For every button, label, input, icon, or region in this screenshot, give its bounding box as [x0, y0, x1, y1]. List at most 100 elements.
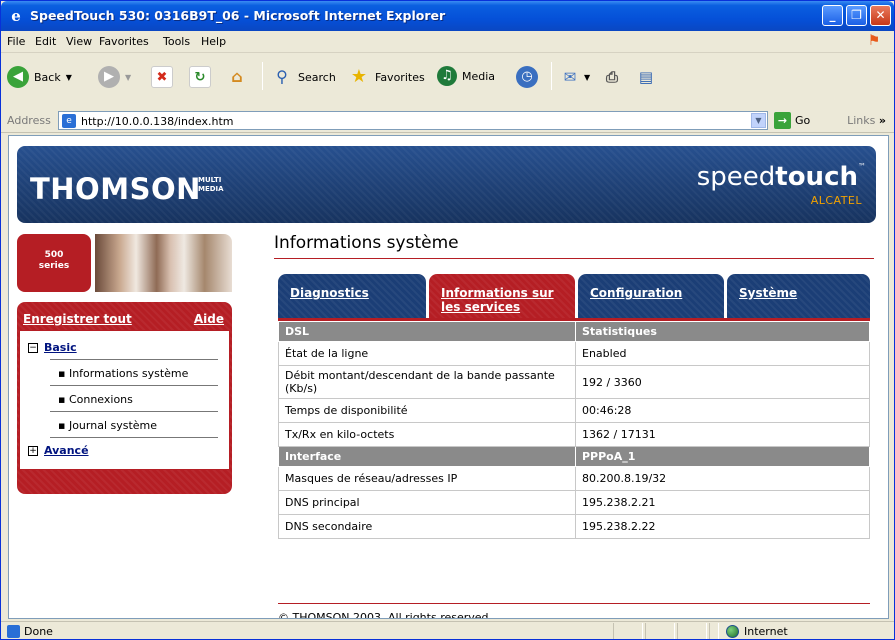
nav-tree: − Basic ▪ Informations système ▪ Connexio…: [19, 330, 230, 470]
footer-divider: [278, 603, 870, 604]
status-pane: [645, 623, 675, 639]
table-row: État de la ligne Enabled: [278, 341, 870, 366]
menu-bar: File Edit View Favorites Tools Help ⚑: [1, 31, 894, 53]
nav-item-connections[interactable]: ▪ Connexions: [58, 393, 133, 406]
toolbar: ◀ Back ▼ ▶ ▼ ✖ ↻ ⌂ ⚲ Search ★ Favorites …: [1, 54, 894, 110]
nav-panel: Enregistrer tout Aide − Basic ▪ Informati…: [17, 302, 232, 494]
title-bar[interactable]: e SpeedTouch 530: 0316B9T_06 - Microsoft…: [1, 1, 894, 31]
save-all-link[interactable]: Enregistrer tout: [23, 312, 132, 326]
status-pane: [677, 623, 707, 639]
print-icon: ⎙: [605, 68, 618, 86]
menu-help[interactable]: Help: [201, 35, 226, 48]
status-done: Done: [7, 625, 53, 638]
mail-dropdown-icon[interactable]: ▼: [584, 73, 590, 82]
edit-button[interactable]: ▤: [635, 66, 657, 88]
table-header-cell: PPPoA_1: [575, 446, 870, 467]
refresh-icon: ↻: [189, 66, 211, 88]
row-value: 192 / 3360: [575, 365, 870, 399]
media-button[interactable]: ♫ Media: [437, 66, 495, 86]
nav-item-system-info[interactable]: ▪ Informations système: [58, 367, 188, 380]
address-input[interactable]: e http://10.0.0.138/index.htm ▼: [58, 111, 768, 130]
table-row: Temps de disponibilité 00:46:28: [278, 398, 870, 423]
table-row: Débit montant/descendant de la bande pas…: [278, 365, 870, 399]
page-content: THOMSON MULTI MEDIA speedtouch™ ALCATEL …: [8, 135, 889, 619]
alcatel-logo: ALCATEL: [810, 194, 862, 207]
tab-system[interactable]: Système: [727, 274, 870, 319]
go-button[interactable]: → Go: [774, 112, 810, 129]
nav-divider: [50, 437, 218, 438]
browser-window: e SpeedTouch 530: 0316B9T_06 - Microsoft…: [0, 0, 895, 640]
favorites-star-icon: ★: [350, 66, 368, 87]
nav-item-system-log[interactable]: ▪ Journal système: [58, 419, 157, 432]
header-banner: THOMSON MULTI MEDIA speedtouch™ ALCATEL: [17, 146, 876, 223]
nav-advanced[interactable]: + Avancé: [28, 444, 89, 457]
menu-edit[interactable]: Edit: [35, 35, 56, 48]
mail-icon: ✉: [563, 68, 577, 86]
tab-bar: Diagnostics Informations sur les service…: [278, 274, 870, 319]
back-dropdown-icon[interactable]: ▼: [66, 73, 72, 82]
row-label: Tx/Rx en kilo-octets: [278, 422, 576, 447]
maximize-button[interactable]: ❐: [846, 5, 867, 26]
links-button[interactable]: Links »: [847, 114, 886, 127]
forward-dropdown-icon[interactable]: ▼: [125, 73, 131, 82]
menu-file[interactable]: File: [7, 35, 25, 48]
copyright-text: © THOMSON 2003. All rights reserved.: [278, 611, 493, 619]
row-label: Débit montant/descendant de la bande pas…: [278, 365, 576, 399]
title-underline: [274, 258, 874, 259]
address-dropdown-icon[interactable]: ▼: [751, 113, 766, 128]
address-url[interactable]: http://10.0.0.138/index.htm: [81, 115, 233, 128]
people-photo: [95, 234, 232, 292]
nav-divider: [50, 359, 218, 360]
stop-button[interactable]: ✖: [151, 66, 173, 88]
speedtouch-logo: speedtouch™: [696, 162, 866, 192]
home-button[interactable]: ⌂: [226, 66, 248, 88]
info-table: DSL Statistiques État de la ligne Enable…: [278, 321, 870, 539]
table-header-row: Interface PPPoA_1: [278, 446, 870, 467]
menu-view[interactable]: View: [66, 35, 92, 48]
row-value: 1362 / 17131: [575, 422, 870, 447]
address-label: Address: [7, 114, 51, 127]
row-label: Temps de disponibilité: [278, 398, 576, 423]
toolbar-separator: [551, 62, 552, 90]
help-link[interactable]: Aide: [194, 312, 224, 326]
tab-service-info[interactable]: Informations sur les services: [429, 274, 575, 319]
menu-tools[interactable]: Tools: [163, 35, 190, 48]
expand-icon[interactable]: +: [28, 446, 38, 456]
print-button[interactable]: ⎙: [601, 66, 623, 88]
back-button[interactable]: ◀ Back ▼: [7, 66, 72, 88]
tab-diagnostics[interactable]: Diagnostics: [278, 274, 426, 319]
close-button[interactable]: ✕: [870, 5, 891, 26]
table-header-cell: Statistiques: [575, 321, 870, 342]
forward-button[interactable]: ▶ ▼: [98, 66, 131, 88]
back-arrow-icon: ◀: [7, 66, 29, 88]
security-zone: Internet: [726, 625, 788, 638]
series-panel: 500 series: [17, 234, 232, 294]
status-pane: [709, 623, 719, 639]
edit-page-icon: ▤: [638, 68, 654, 86]
mail-button[interactable]: ✉ ▼: [559, 66, 590, 88]
page-loaded-icon: [7, 625, 20, 638]
collapse-icon[interactable]: −: [28, 343, 38, 353]
menu-favorites[interactable]: Favorites: [99, 35, 149, 48]
nav-basic[interactable]: − Basic: [28, 341, 77, 354]
row-value: 195.238.2.22: [575, 514, 870, 539]
search-button[interactable]: ⚲ Search: [271, 66, 336, 88]
thomson-logo: THOMSON: [30, 172, 201, 206]
row-label: DNS principal: [278, 490, 576, 515]
minimize-button[interactable]: _: [822, 5, 843, 26]
row-value: 195.238.2.21: [575, 490, 870, 515]
series-badge: 500 series: [17, 234, 91, 292]
tab-configuration[interactable]: Configuration: [578, 274, 724, 319]
table-row: Masques de réseau/adresses IP 80.200.8.1…: [278, 466, 870, 491]
toolbar-separator: [262, 62, 263, 90]
row-value: 80.200.8.19/32: [575, 466, 870, 491]
favorites-button[interactable]: ★ Favorites: [348, 66, 425, 88]
table-row: DNS secondaire 195.238.2.22: [278, 514, 870, 539]
row-value: 00:46:28: [575, 398, 870, 423]
table-header-cell: Interface: [278, 446, 576, 467]
home-icon: ⌂: [231, 67, 243, 86]
go-arrow-icon: →: [774, 112, 791, 129]
refresh-button[interactable]: ↻: [189, 66, 211, 88]
history-button[interactable]: ◷: [516, 66, 538, 88]
page-title: Informations système: [274, 233, 459, 253]
